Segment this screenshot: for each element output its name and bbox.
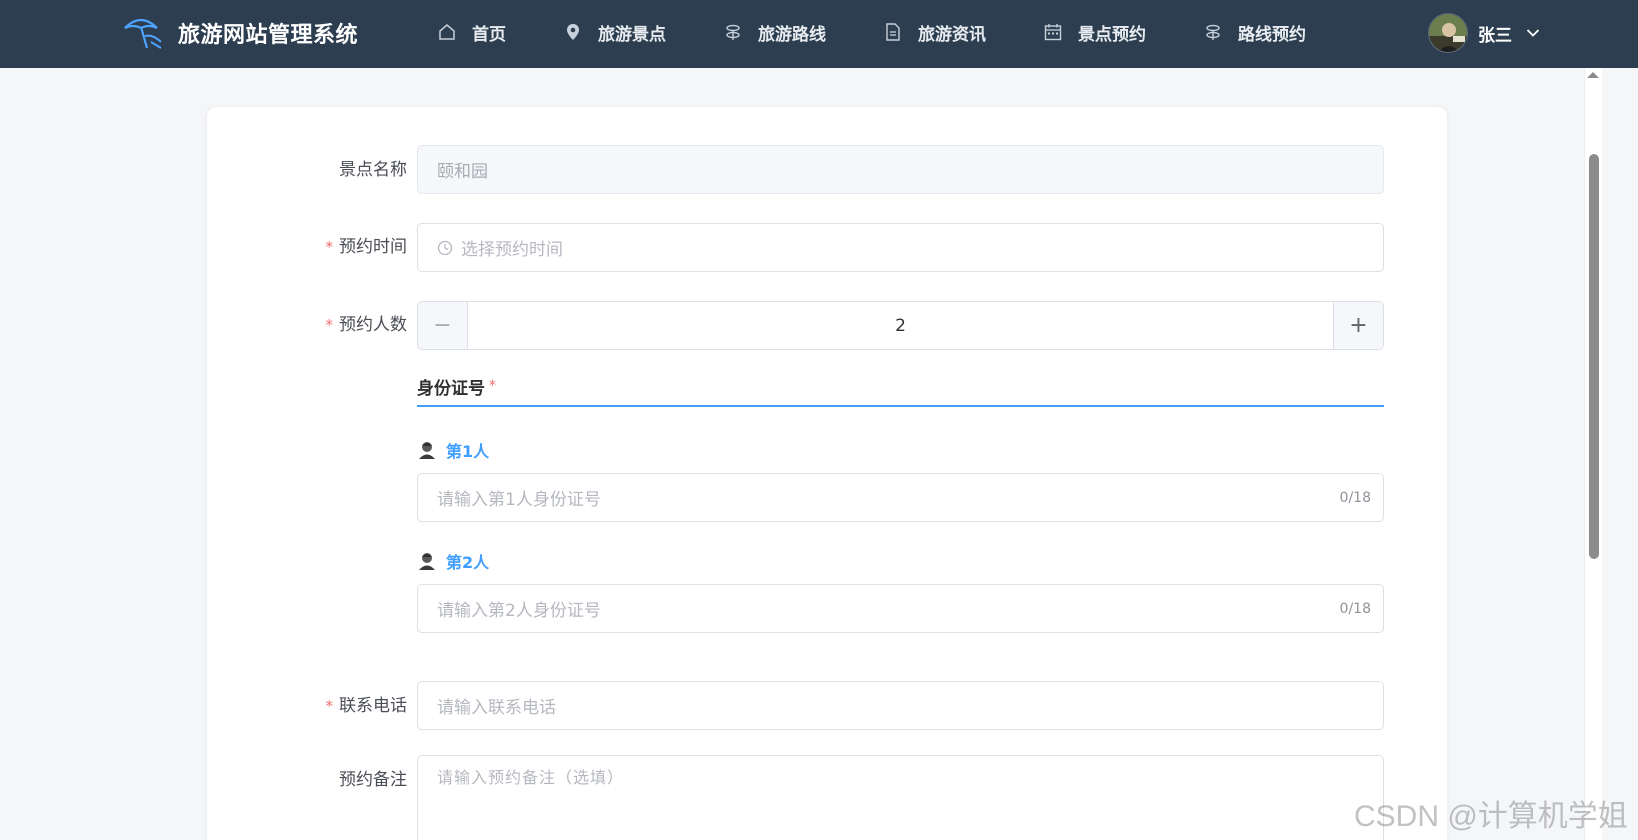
nav-item-label: 旅游路线 [758, 24, 826, 45]
char-counter: 0/18 [1339, 489, 1371, 506]
clock-icon [437, 240, 453, 256]
user-icon [417, 551, 437, 571]
route-icon [1202, 21, 1224, 43]
phone-input[interactable]: 请输入联系电话 [417, 681, 1384, 730]
scrollbar-thumb[interactable] [1589, 154, 1599, 559]
id-section-header: 身份证号 * [417, 367, 1384, 407]
person-label: 第2人 [446, 553, 490, 572]
required-mark: * [489, 378, 496, 394]
people-count-label: * 预约人数 [325, 315, 408, 335]
brand[interactable]: 旅游网站管理系统 [120, 10, 358, 56]
chevron-down-icon [1526, 28, 1540, 38]
route-icon [722, 21, 744, 43]
nav-item-home[interactable]: 首页 [436, 20, 506, 45]
id-number-placeholder: 请输入第1人身份证号 [437, 490, 601, 510]
avatar [1428, 13, 1468, 53]
nav-item-label: 旅游资讯 [918, 24, 986, 45]
location-icon [562, 21, 584, 43]
decrease-button[interactable]: − [418, 302, 468, 349]
nav-item-route-booking[interactable]: 路线预约 [1202, 20, 1306, 45]
nav-item-label: 首页 [472, 24, 506, 45]
person-label: 第1人 [446, 442, 490, 461]
top-navbar: 旅游网站管理系统 首页 旅游景点 旅游路线 旅游资讯 景点预约 路线预约 张三 [0, 0, 1638, 68]
calendar-icon [1042, 21, 1064, 43]
id-section-title: 身份证号 [417, 378, 485, 399]
id-number-placeholder: 请输入第2人身份证号 [437, 601, 601, 621]
spot-name-label: 景点名称 [339, 160, 407, 180]
id-number-input-1[interactable]: 请输入第1人身份证号 0/18 [417, 473, 1384, 522]
spot-name-field: 颐和园 [417, 145, 1384, 194]
watermark: CSDN @计算机学姐 [1354, 800, 1628, 833]
user-name: 张三 [1478, 25, 1512, 46]
nav-item-label: 旅游景点 [598, 24, 666, 45]
nav-item-spot-booking[interactable]: 景点预约 [1042, 20, 1146, 45]
nav-item-label: 景点预约 [1078, 24, 1146, 45]
char-counter: 0/18 [1339, 600, 1371, 617]
person-2-heading: 第2人 [417, 549, 489, 573]
remark-textarea[interactable]: 请输入预约备注（选填） [417, 755, 1384, 840]
booking-time-placeholder: 选择预约时间 [461, 240, 563, 260]
person-1-heading: 第1人 [417, 438, 489, 462]
document-icon [882, 21, 904, 43]
id-number-input-2[interactable]: 请输入第2人身份证号 0/18 [417, 584, 1384, 633]
user-menu[interactable]: 张三 [1428, 12, 1540, 54]
main-nav: 首页 旅游景点 旅游路线 旅游资讯 景点预约 路线预约 [436, 0, 1306, 64]
remark-label: 预约备注 [339, 770, 407, 790]
user-icon [417, 440, 437, 460]
nav-item-spots[interactable]: 旅游景点 [562, 20, 666, 45]
scroll-up-arrow-icon[interactable] [1587, 72, 1599, 78]
booking-time-picker[interactable]: 选择预约时间 [417, 223, 1384, 272]
required-mark: * [325, 316, 334, 334]
remark-placeholder: 请输入预约备注（选填） [437, 768, 625, 787]
phone-label: * 联系电话 [325, 696, 408, 716]
brand-title: 旅游网站管理系统 [178, 23, 359, 48]
nav-item-news[interactable]: 旅游资讯 [882, 20, 986, 45]
nav-item-label: 路线预约 [1238, 24, 1306, 45]
spot-name-value: 颐和园 [437, 162, 488, 182]
required-mark: * [325, 238, 334, 256]
required-mark: * [325, 697, 334, 715]
booking-form-card: 景点名称 颐和园 * 预约时间 选择预约时间 * 预约人数 − 2 + 身份证号 *… [207, 107, 1447, 840]
home-icon [436, 21, 458, 43]
increase-button[interactable]: + [1333, 302, 1383, 349]
nav-item-routes[interactable]: 旅游路线 [722, 20, 826, 45]
beach-umbrella-icon [120, 13, 166, 53]
phone-placeholder: 请输入联系电话 [437, 698, 556, 718]
booking-time-label: * 预约时间 [325, 237, 408, 257]
people-count-stepper: − 2 + [417, 301, 1384, 350]
people-count-value[interactable]: 2 [468, 302, 1333, 349]
